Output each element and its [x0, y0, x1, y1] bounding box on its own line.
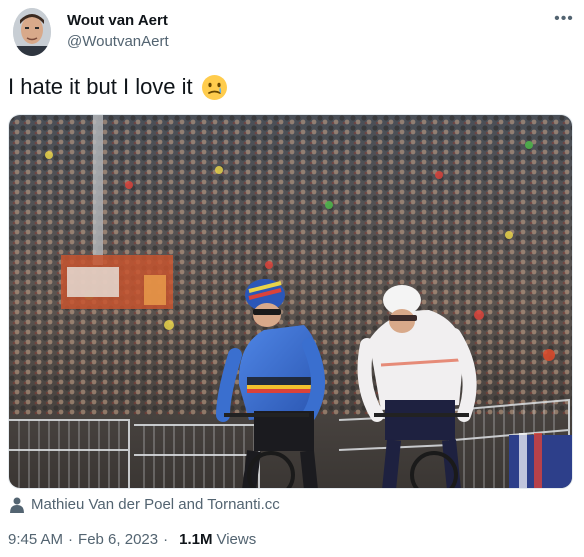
person-icon [10, 497, 24, 513]
separator: · [68, 531, 74, 548]
tweet-time[interactable]: 9:45 AM [8, 531, 63, 548]
author-name[interactable]: Wout van Aert [67, 12, 168, 30]
separator: · [163, 531, 169, 548]
tweet-photo[interactable] [8, 114, 573, 489]
media-credit-text: Mathieu Van der Poel and Tornanti.cc [31, 496, 280, 513]
tweet-meta: 9:45 AM · Feb 6, 2023 · 1.1M Views [8, 531, 256, 548]
avatar[interactable] [13, 8, 51, 56]
tweet-header: Wout van Aert @WoutvanAert ••• [0, 0, 584, 64]
cyclocross-race-photo [9, 115, 572, 488]
views-count: 1.1M [179, 531, 213, 548]
more-horizontal-icon[interactable]: ••• [552, 10, 576, 30]
views-label: Views [216, 531, 257, 548]
tweet-text: I hate it but I love it [8, 74, 193, 99]
face-holding-back-tears-icon [201, 74, 228, 101]
author-handle[interactable]: @WoutvanAert [67, 33, 169, 51]
tweet-text-row: I hate it but I love it [8, 73, 228, 101]
media-credit[interactable]: Mathieu Van der Poel and Tornanti.cc [10, 496, 280, 513]
tweet-date[interactable]: Feb 6, 2023 [78, 531, 158, 548]
